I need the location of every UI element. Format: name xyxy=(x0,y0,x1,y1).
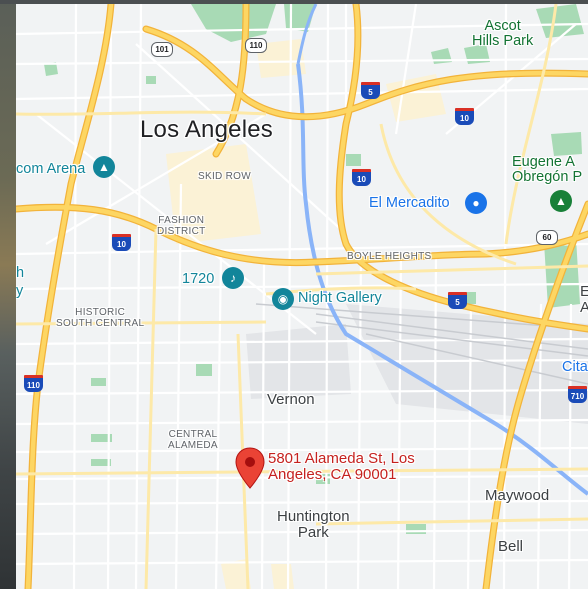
boyle-heights-label: BOYLE HEIGHTS xyxy=(347,251,432,262)
music-venue-pin-icon[interactable]: ♪ xyxy=(222,267,244,289)
el-mercadito-label[interactable]: El Mercadito xyxy=(369,195,450,211)
address-label[interactable]: 5801 Alameda St, Los Angeles, CA 90001 xyxy=(268,451,415,483)
i10-left-shield: 10 xyxy=(112,234,131,251)
historic-line1: HISTORIC xyxy=(75,307,126,318)
i710-shield: 710 xyxy=(568,386,587,403)
vernon-label: Vernon xyxy=(267,391,315,408)
location-pin-icon[interactable] xyxy=(235,447,265,489)
ascot-line1: Ascot xyxy=(484,18,521,34)
eugene-line1: Eugene A xyxy=(512,154,575,170)
map-view[interactable]: Los Angeles Ascot Hills Park Eugene A Ob… xyxy=(16,4,588,589)
skid-row-label: SKID ROW xyxy=(198,171,251,182)
huntington-line2: Park xyxy=(297,523,329,541)
right-edge-label-e: E xyxy=(580,283,588,300)
i110-bottom-shield: 110 xyxy=(24,375,43,392)
address-line1: 5801 Alameda St, Los xyxy=(268,450,415,467)
right-edge-label-a: A xyxy=(580,299,588,316)
i5-mid-shield: 5 xyxy=(448,292,467,309)
park-pin-icon[interactable]: ▲ xyxy=(550,190,572,212)
city-label: Los Angeles xyxy=(140,116,273,143)
historic-line2: SOUTH CENTRAL xyxy=(56,317,145,329)
central-alameda-label: CENTRAL ALAMEDA xyxy=(168,429,218,451)
i5-top-shield: 5 xyxy=(361,82,380,99)
arena-label[interactable]: com Arena xyxy=(16,161,85,177)
address-line2: Angeles, CA 90001 xyxy=(268,465,397,483)
huntington-park-label: Huntington Park xyxy=(277,509,350,541)
us101-shield: 101 xyxy=(151,42,173,57)
ca60-shield: 60 xyxy=(536,230,558,245)
eugene-obregon-park-label[interactable]: Eugene A Obregón P xyxy=(512,154,583,186)
gallery-pin-icon[interactable]: ◉ xyxy=(272,288,294,310)
i10-mid-shield: 10 xyxy=(352,169,371,186)
background-photo-strip xyxy=(0,0,16,589)
left-edge-label-y: y xyxy=(16,283,24,299)
i110-top-shield: 110 xyxy=(245,38,267,53)
fashion-line1: FASHION xyxy=(158,215,205,226)
night-gallery-label[interactable]: Night Gallery xyxy=(298,290,382,306)
central-line2: ALAMEDA xyxy=(168,439,218,451)
central-line1: CENTRAL xyxy=(168,429,218,440)
ascot-line2: Hills Park xyxy=(472,33,534,50)
i10-right-shield: 10 xyxy=(455,108,474,125)
left-edge-label-h: h xyxy=(16,265,25,281)
1720-label[interactable]: 1720 xyxy=(182,271,214,287)
arena-pin-icon[interactable]: ▲ xyxy=(93,156,115,178)
huntington-line1: Huntington xyxy=(277,508,350,525)
historic-south-central-label: HISTORIC SOUTH CENTRAL xyxy=(56,307,145,329)
shopping-pin-icon[interactable]: ● xyxy=(465,192,487,214)
cita-label[interactable]: Cita xyxy=(562,359,588,375)
la-river xyxy=(296,63,588,496)
fashion-district-label: FASHION DISTRICT xyxy=(157,215,206,237)
bell-label: Bell xyxy=(498,538,524,555)
maywood-label: Maywood xyxy=(485,487,550,504)
eugene-line2: Obregón P xyxy=(512,169,583,186)
ascot-hills-park-label[interactable]: Ascot Hills Park xyxy=(472,18,534,50)
fashion-line2: DISTRICT xyxy=(157,225,206,237)
